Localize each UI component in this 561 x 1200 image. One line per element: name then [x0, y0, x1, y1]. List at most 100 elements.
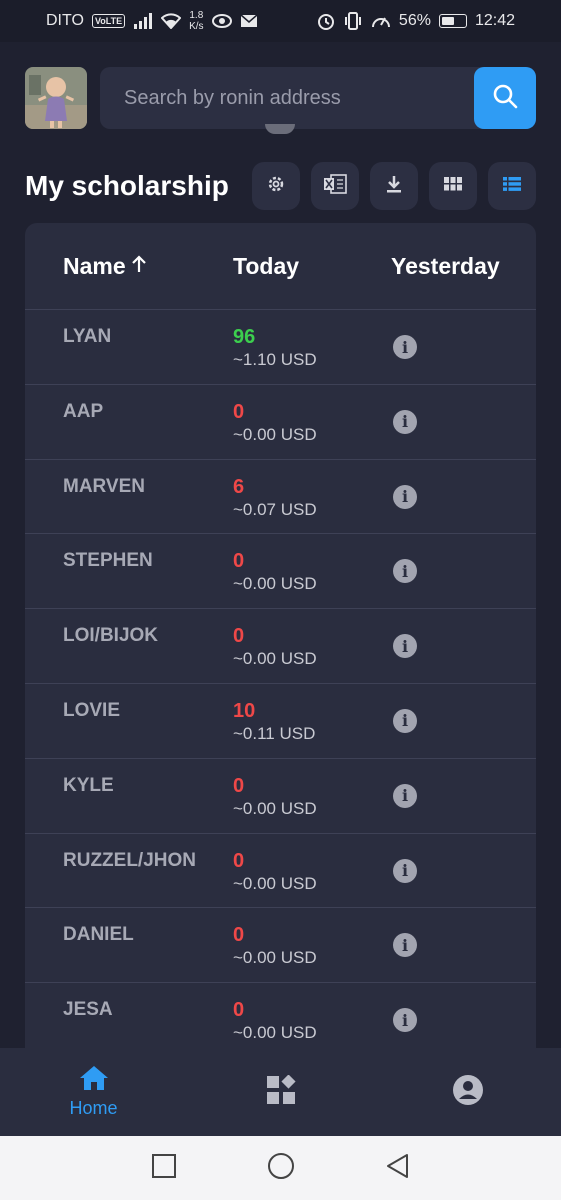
- volte-badge: VoLTE: [91, 14, 126, 28]
- today-usd-value: ~0.11 USD: [233, 723, 316, 743]
- header: [25, 66, 536, 130]
- title-row: My scholarship: [25, 162, 536, 210]
- today-usd-value: ~0.00 USD: [233, 649, 317, 669]
- info-icon[interactable]: i: [393, 1008, 417, 1033]
- settings-button[interactable]: [252, 162, 300, 210]
- table-row[interactable]: LOI/BIJOK 0 ~0.00 USD i: [25, 609, 536, 684]
- scholar-name: JESA: [63, 999, 113, 1021]
- today-usd-value: ~1.10 USD: [233, 350, 317, 369]
- nav-home-label: Home: [69, 1098, 118, 1118]
- system-navigation-bar: [0, 1136, 561, 1200]
- export-excel-button[interactable]: [311, 162, 359, 210]
- column-header-yesterday[interactable]: Yesterday: [391, 253, 536, 280]
- info-icon[interactable]: i: [393, 484, 417, 509]
- search-bar: [100, 67, 536, 129]
- today-usd-value: ~0.00 USD: [233, 873, 317, 893]
- today-usd-value: ~0.07 USD: [233, 499, 317, 519]
- list-view-icon: [503, 176, 521, 196]
- vibrate-icon: [343, 12, 363, 30]
- signal-icon: [133, 13, 153, 29]
- scholar-name: DANIEL: [63, 924, 134, 946]
- today-usd-value: ~0.00 USD: [233, 574, 317, 594]
- today-score: 0: [233, 924, 245, 947]
- grid-view-icon: [444, 176, 462, 196]
- alarm-icon: [317, 12, 335, 30]
- scholar-name: KYLE: [63, 774, 114, 796]
- today-usd-value: ~0.00 USD: [233, 424, 317, 444]
- gear-icon: [266, 174, 286, 199]
- mail-icon: [240, 14, 258, 28]
- info-icon[interactable]: i: [393, 409, 417, 434]
- excel-export-icon: [323, 173, 347, 199]
- clock: 12:42: [474, 12, 515, 29]
- today-usd-value: ~0.00 USD: [233, 1023, 317, 1043]
- table-row[interactable]: AAP 0 ~0.00 USD i: [25, 385, 536, 460]
- column-header-today[interactable]: Today: [233, 253, 299, 280]
- table-row[interactable]: LYAN 96 ~1.10 USD i: [25, 310, 536, 385]
- info-icon[interactable]: i: [393, 559, 417, 584]
- scholar-name: LYAN: [63, 326, 112, 347]
- table-row[interactable]: LOVIE 10 ~0.11 USD i: [25, 684, 536, 759]
- scholarship-table: Name Today Yesterday LYAN 96 ~1.10 USD i AAP…: [25, 223, 536, 1123]
- carrier-label: DITO: [46, 12, 84, 29]
- battery-icon: [438, 14, 467, 28]
- today-score: 0: [233, 774, 245, 797]
- table-row[interactable]: DANIEL 0 ~0.00 USD i: [25, 908, 536, 984]
- today-score: 0: [233, 550, 245, 573]
- table-row[interactable]: MARVEN 6 ~0.07 USD i: [25, 460, 536, 535]
- today-usd-value: ~0.00 USD: [233, 948, 317, 968]
- table-row[interactable]: RUZZEL/JHON 0 ~0.00 USD i: [25, 834, 536, 909]
- battery-percent: 56%: [398, 12, 431, 29]
- search-button[interactable]: [474, 67, 536, 129]
- search-icon: [491, 82, 519, 115]
- widgets-icon: [266, 1073, 296, 1110]
- search-input[interactable]: [100, 86, 440, 110]
- sort-ascending-icon: [130, 253, 148, 280]
- nav-profile[interactable]: [374, 1048, 561, 1136]
- info-icon[interactable]: i: [393, 933, 417, 958]
- pull-refresh-indicator: [265, 124, 295, 134]
- table-row[interactable]: JESA 0 ~0.00 USD i: [25, 983, 536, 1058]
- grid-view-button[interactable]: [429, 162, 477, 210]
- today-score: 0: [233, 625, 245, 648]
- back-button[interactable]: [385, 1153, 411, 1184]
- download-icon: [385, 174, 403, 199]
- list-view-button[interactable]: [488, 162, 536, 210]
- scholar-name: LOI/BIJOK: [63, 625, 159, 647]
- nav-dashboard[interactable]: [187, 1048, 374, 1136]
- table-header: Name Today Yesterday: [25, 223, 536, 310]
- info-icon[interactable]: i: [393, 634, 417, 659]
- today-score: 0: [233, 999, 245, 1022]
- page-title: My scholarship: [25, 170, 229, 201]
- recent-apps-button[interactable]: [151, 1153, 177, 1184]
- today-score: 96: [233, 326, 256, 348]
- wifi-icon: [161, 13, 182, 29]
- scholar-name: STEPHEN: [63, 550, 153, 572]
- download-button[interactable]: [370, 162, 418, 210]
- table-row[interactable]: STEPHEN 0 ~0.00 USD i: [25, 534, 536, 610]
- today-score: 10: [233, 699, 256, 722]
- net-speed: 1.8 K/s: [189, 10, 204, 32]
- scholar-name: MARVEN: [63, 475, 145, 497]
- today-score: 0: [233, 849, 245, 872]
- speedometer-icon: [371, 12, 391, 30]
- home-icon: [79, 1065, 109, 1096]
- info-icon[interactable]: i: [393, 708, 417, 733]
- home-button[interactable]: [267, 1152, 295, 1185]
- info-icon[interactable]: i: [393, 335, 417, 359]
- today-usd-value: ~0.00 USD: [233, 798, 317, 818]
- table-body: LYAN 96 ~1.10 USD i AAP 0 ~0.00 USD i MARVEN 6 ~0.…: [25, 310, 536, 1058]
- status-bar: DITO VoLTE 1.8 K/s 56% 12:42: [0, 0, 561, 42]
- eye-icon: [211, 14, 232, 28]
- info-icon[interactable]: i: [393, 783, 417, 808]
- scholar-name: LOVIE: [63, 699, 121, 721]
- info-icon[interactable]: i: [393, 858, 417, 883]
- column-header-name[interactable]: Name: [63, 253, 148, 280]
- table-row[interactable]: KYLE 0 ~0.00 USD i: [25, 759, 536, 834]
- account-circle-icon: [452, 1074, 484, 1111]
- today-score: 6: [233, 475, 245, 498]
- scholar-name: AAP: [63, 400, 104, 422]
- today-score: 0: [233, 400, 245, 423]
- nav-home[interactable]: Home: [0, 1048, 187, 1136]
- avatar[interactable]: [25, 67, 87, 129]
